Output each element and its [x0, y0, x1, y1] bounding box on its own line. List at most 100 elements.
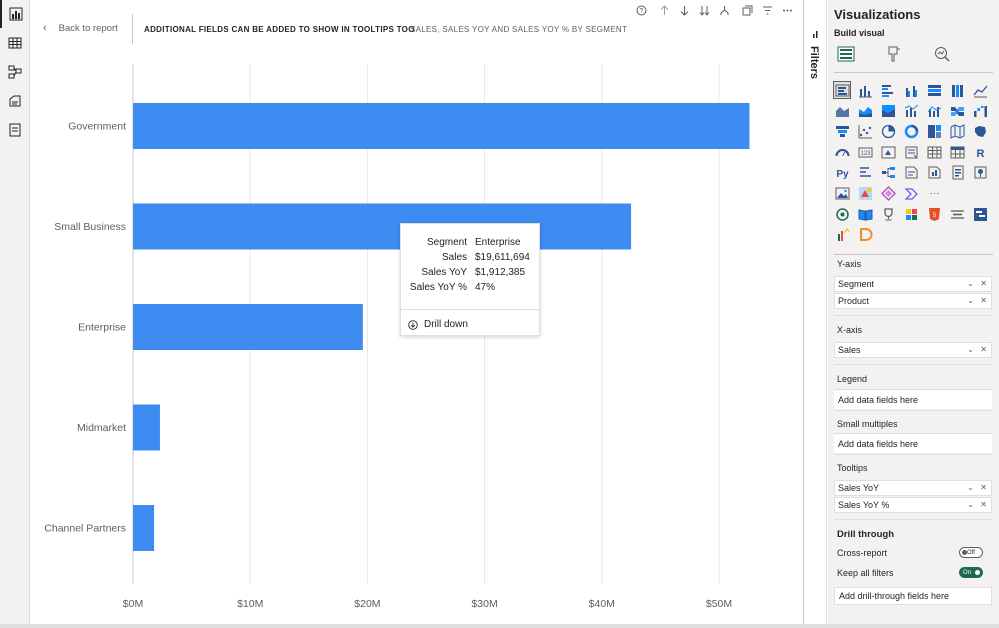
visual-type-smart-narrative[interactable] — [925, 164, 943, 182]
visual-type-image[interactable] — [833, 185, 851, 203]
custom-html-icon: 5 — [928, 207, 940, 221]
visual-type-custom-chart-up[interactable] — [833, 226, 851, 244]
tab-analytics[interactable] — [930, 42, 954, 66]
field-name: Sales YoY — [838, 483, 880, 493]
chevron-down-icon[interactable]: ⌄ — [967, 279, 974, 288]
visual-type-pie-chart[interactable] — [879, 122, 897, 140]
visual-type-custom-visual-a[interactable] — [856, 185, 874, 203]
drill-down-action[interactable]: Drill down — [408, 319, 468, 330]
table-view-button[interactable] — [0, 29, 30, 57]
visual-type-funnel-chart[interactable] — [833, 122, 851, 140]
visual-type-filled-map[interactable] — [971, 122, 989, 140]
visual-type-slicer[interactable] — [902, 143, 920, 161]
remove-field-icon[interactable]: ✕ — [980, 279, 987, 288]
visual-type-line-stacked-column[interactable] — [925, 102, 943, 120]
visual-type-treemap[interactable] — [925, 122, 943, 140]
visual-type-line-chart[interactable] — [971, 81, 989, 99]
visual-type-power-automate[interactable] — [902, 185, 920, 203]
bar[interactable] — [133, 505, 155, 551]
tab-format-visual[interactable] — [882, 42, 906, 66]
chevron-down-icon[interactable]: ⌄ — [967, 483, 974, 492]
visual-type-donut-chart[interactable] — [902, 122, 920, 140]
table-icon — [927, 146, 941, 159]
tooltips-field-sales-yoy[interactable]: Sales YoY ⌄ ✕ — [834, 480, 992, 496]
visual-type-custom-d[interactable] — [856, 226, 874, 244]
visual-type-custom-gantt[interactable] — [971, 205, 989, 223]
visual-type-100-stacked-bar[interactable] — [925, 81, 943, 99]
visual-type-custom-align[interactable] — [948, 205, 966, 223]
visual-type-qa[interactable] — [902, 164, 920, 182]
visual-type-clustered-bar-chart[interactable] — [879, 81, 897, 99]
y-axis-field-product[interactable]: Product ⌄ ✕ — [834, 293, 992, 309]
header-divider — [132, 14, 133, 44]
dax-query-button[interactable] — [0, 87, 30, 115]
remove-field-icon[interactable]: ✕ — [980, 483, 987, 492]
visual-type-waterfall-chart[interactable] — [971, 102, 989, 120]
remove-field-icon[interactable]: ✕ — [980, 296, 987, 305]
visual-type-card[interactable]: 123 — [856, 143, 874, 161]
cross-report-toggle[interactable]: Off — [959, 547, 983, 558]
well-divider — [834, 519, 992, 520]
chevron-down-icon[interactable]: ⌄ — [967, 296, 974, 305]
visual-type-clustered-column-chart[interactable] — [902, 81, 920, 99]
visual-type-more-visuals[interactable]: ··· — [925, 185, 943, 203]
visual-type-paginated-report[interactable] — [948, 164, 966, 182]
bar[interactable] — [133, 404, 160, 451]
drill-through-drop-zone[interactable]: Add drill-through fields here — [834, 587, 992, 605]
visual-type-custom-globe[interactable] — [833, 205, 851, 223]
legend-well-label: Legend — [837, 374, 868, 384]
visual-type-kpi[interactable] — [879, 143, 897, 161]
visual-type-decomposition-tree[interactable] — [879, 164, 897, 182]
visual-type-line-clustered-column[interactable] — [902, 102, 920, 120]
keep-all-filters-toggle[interactable]: On — [959, 567, 983, 578]
y-category-label: Midmarket — [77, 422, 126, 434]
visual-type-matrix[interactable] — [948, 143, 966, 161]
y-category-label: Enterprise — [78, 322, 126, 334]
tmdl-view-button[interactable] — [0, 116, 30, 144]
remove-field-icon[interactable]: ✕ — [980, 500, 987, 509]
filters-pane-collapsed[interactable]: Filters — [805, 0, 827, 628]
visual-type-table[interactable] — [925, 143, 943, 161]
visual-type-stacked-bar-chart[interactable] — [833, 81, 851, 99]
waterfall-chart-icon — [973, 106, 987, 118]
visual-type-ribbon-chart[interactable] — [948, 102, 966, 120]
custom-d-icon — [859, 228, 872, 242]
bar[interactable] — [133, 304, 363, 350]
bar[interactable] — [133, 203, 632, 250]
visual-type-scatter-chart[interactable] — [856, 122, 874, 140]
report-view-button[interactable] — [0, 0, 30, 28]
image-icon — [835, 187, 849, 200]
visual-type-stacked-column-chart[interactable] — [856, 81, 874, 99]
y-axis-field-segment[interactable]: Segment ⌄ ✕ — [834, 276, 992, 292]
tab-build-visual[interactable] — [834, 42, 858, 66]
visual-type-python-visual[interactable]: Py — [833, 164, 851, 182]
visual-type-custom-trophy[interactable] — [879, 205, 897, 223]
small-multiples-drop-zone[interactable]: Add data fields here — [834, 433, 992, 453]
visual-type-key-influencers[interactable] — [856, 164, 874, 182]
visual-type-custom-book[interactable] — [856, 205, 874, 223]
visual-type-custom-visual-b[interactable] — [879, 185, 897, 203]
visual-type-gauge[interactable] — [833, 143, 851, 161]
visual-type-100-stacked-area[interactable] — [879, 102, 897, 120]
x-axis-field-sales[interactable]: Sales ⌄ ✕ — [834, 342, 992, 358]
tooltip-label: Segment — [426, 237, 467, 248]
model-view-button[interactable] — [0, 58, 30, 86]
tooltip: Segment Enterprise Sales $19,611,694 Sal… — [400, 223, 540, 336]
visual-type-area-chart[interactable] — [833, 102, 851, 120]
filled-map-icon — [974, 125, 986, 137]
visual-type-100-stacked-column[interactable] — [948, 81, 966, 99]
chevron-down-icon[interactable]: ⌄ — [967, 345, 974, 354]
remove-field-icon[interactable]: ✕ — [980, 345, 987, 354]
visual-type-stacked-area-chart[interactable] — [856, 102, 874, 120]
visual-type-map[interactable] — [948, 122, 966, 140]
area-chart-icon — [835, 107, 849, 118]
bar[interactable] — [133, 103, 750, 149]
tooltips-field-sales-yoy-pct[interactable]: Sales YoY % ⌄ ✕ — [834, 497, 992, 513]
visual-type-azure-map[interactable] — [971, 164, 989, 182]
visual-type-custom-puzzle[interactable] — [902, 205, 920, 223]
visual-type-custom-html[interactable]: 5 — [925, 205, 943, 223]
legend-drop-zone[interactable]: Add data fields here — [834, 389, 992, 409]
visual-type-r-visual[interactable]: R — [971, 143, 989, 161]
back-to-report-button[interactable]: ‹ Back to report — [43, 22, 118, 34]
chevron-down-icon[interactable]: ⌄ — [967, 500, 974, 509]
